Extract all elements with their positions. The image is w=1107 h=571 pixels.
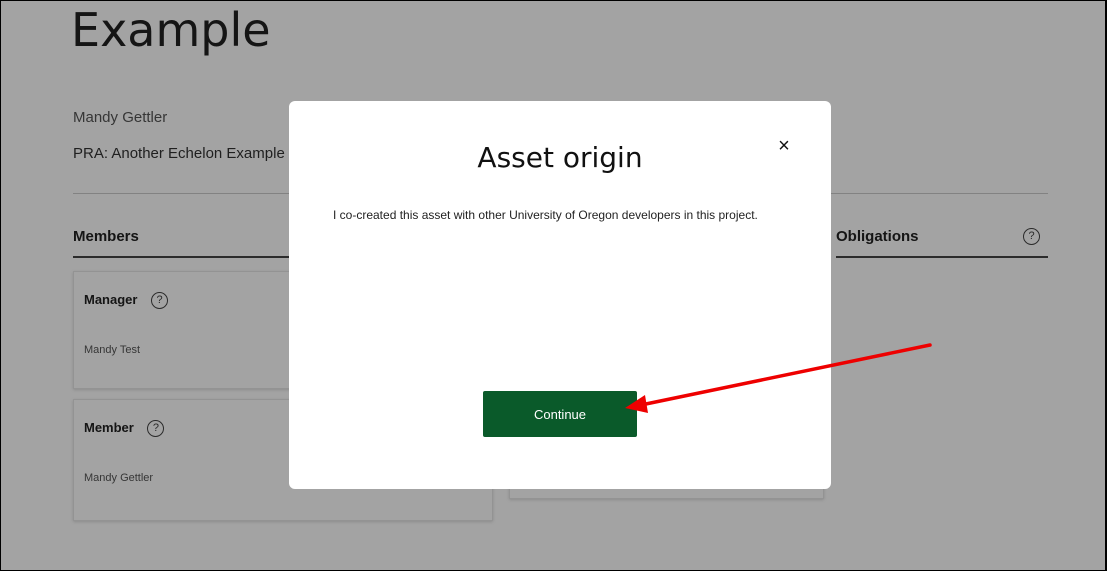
close-icon[interactable]: ×	[773, 135, 795, 157]
asset-origin-dialog: Asset origin × I co-created this asset w…	[289, 101, 831, 489]
dialog-title: Asset origin	[477, 141, 643, 174]
app-frame: Example Mandy Gettler PRA: Another Echel…	[0, 0, 1107, 571]
continue-button[interactable]: Continue	[483, 391, 637, 437]
dialog-body: I co-created this asset with other Unive…	[333, 208, 758, 222]
